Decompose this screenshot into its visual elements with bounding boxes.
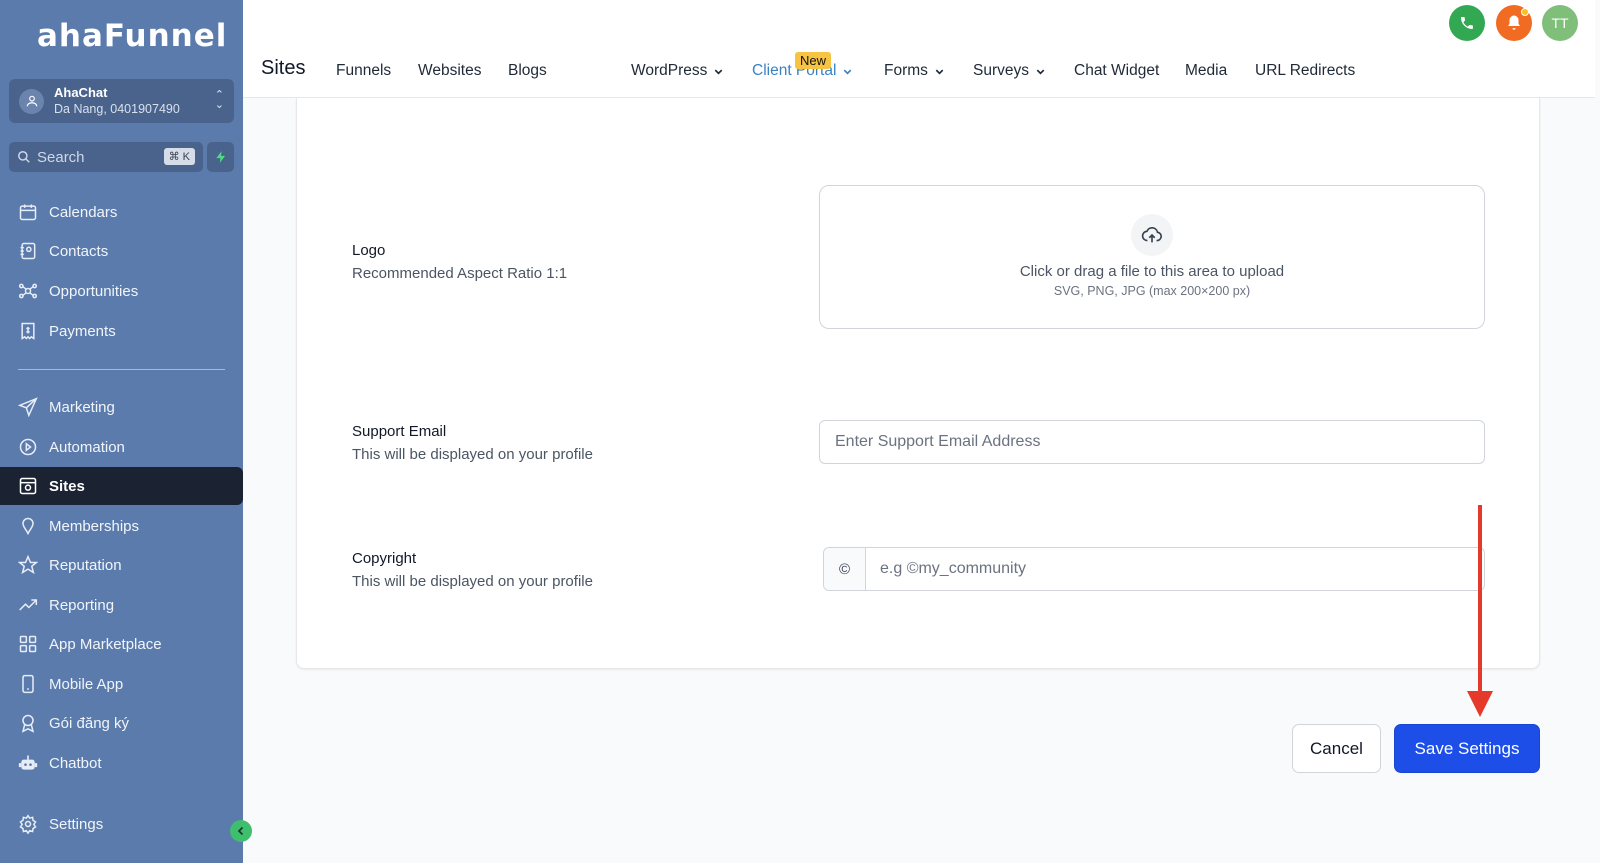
- chevron-updown-icon: ⌃ ⌄: [214, 89, 224, 111]
- tab-blogs[interactable]: Blogs: [508, 60, 547, 82]
- account-subtitle: Da Nang, 0401907490: [54, 102, 180, 116]
- chevron-down-icon: [715, 69, 723, 74]
- automation-icon: [19, 438, 37, 456]
- send-icon: [18, 397, 38, 417]
- calendar-icon: [19, 204, 37, 221]
- trend-icon: [19, 599, 38, 611]
- grid-icon: [19, 635, 37, 653]
- bell-icon: [1508, 15, 1520, 30]
- annotation-arrow: [1467, 505, 1493, 717]
- sidebar-item-app-marketplace[interactable]: App Marketplace: [0, 625, 243, 663]
- tab-url-redirects[interactable]: URL Redirects: [1255, 60, 1355, 82]
- award-icon: [21, 714, 35, 733]
- sidebar-item-subscriptions[interactable]: Gói đăng ký: [0, 704, 243, 742]
- phone-device-icon: [22, 674, 34, 694]
- top-navigation: Sites Funnels Websites Blogs WordPress C…: [243, 0, 1595, 98]
- upload-format-hint: SVG, PNG, JPG (max 200×200 px): [1053, 284, 1251, 298]
- avatar[interactable]: TT: [1542, 5, 1578, 41]
- support-email-input[interactable]: [819, 420, 1485, 464]
- notification-dot: [1521, 8, 1529, 16]
- bolt-icon: [215, 151, 225, 163]
- sites-icon: [19, 477, 37, 495]
- collapse-sidebar-button[interactable]: [230, 820, 252, 842]
- search-shortcut: ⌘ K: [163, 148, 195, 165]
- phone-icon: [1461, 17, 1473, 29]
- star-icon: [18, 555, 38, 575]
- tab-wordpress[interactable]: WordPress: [631, 60, 724, 82]
- payments-icon: [21, 322, 35, 340]
- sidebar-item-payments[interactable]: Payments: [0, 312, 243, 350]
- sidebar-item-automation[interactable]: Automation: [0, 428, 243, 466]
- gear-icon: [19, 814, 37, 834]
- sidebar-item-chatbot[interactable]: Chatbot: [0, 744, 243, 782]
- robot-icon: [18, 755, 38, 770]
- sidebar-item-marketing[interactable]: Marketing: [0, 388, 243, 426]
- logo-field-label: Logo Recommended Aspect Ratio 1:1: [352, 239, 567, 285]
- new-badge: New: [795, 52, 832, 69]
- copyright-field-label: Copyright This will be displayed on your…: [352, 547, 593, 593]
- quick-action-button[interactable]: [207, 142, 234, 172]
- tab-websites[interactable]: Websites: [418, 60, 481, 82]
- sidebar-divider: [18, 369, 225, 370]
- logo-field-description: Recommended Aspect Ratio 1:1: [352, 265, 568, 282]
- sidebar-item-contacts[interactable]: Contacts: [0, 232, 243, 270]
- sidebar-item-reporting[interactable]: Reporting: [0, 586, 243, 624]
- cancel-button[interactable]: Cancel: [1292, 724, 1381, 773]
- chevron-down-icon: [935, 69, 944, 74]
- chevron-down-icon: [844, 69, 852, 74]
- page-title: Sites: [261, 57, 306, 79]
- account-name: AhaChat: [54, 85, 108, 100]
- save-settings-button[interactable]: Save Settings: [1394, 724, 1540, 773]
- sidebar: ahaFunnel AhaChat Da Nang, 0401907490 ⌃ ⌄…: [0, 0, 243, 863]
- tab-funnels[interactable]: Funnels: [336, 60, 391, 82]
- support-email-field-description: This will be displayed on your profile: [352, 446, 593, 463]
- search-placeholder: Search: [37, 148, 85, 166]
- tab-chat-widget[interactable]: Chat Widget: [1074, 60, 1159, 82]
- cloud-upload-icon: [1131, 214, 1173, 256]
- support-email-field-label: Support Email This will be displayed on …: [352, 420, 593, 466]
- copyright-input-group: ©: [823, 547, 1485, 591]
- phone-button[interactable]: [1449, 5, 1485, 41]
- notifications-button[interactable]: [1496, 5, 1532, 41]
- logo-upload-dropzone[interactable]: Click or drag a file to this area to upl…: [819, 185, 1485, 329]
- chevron-left-icon: [237, 826, 244, 836]
- sidebar-item-sites[interactable]: Sites: [0, 467, 243, 505]
- opportunities-icon: [18, 283, 38, 299]
- sidebar-item-calendars[interactable]: Calendars: [0, 193, 243, 231]
- contacts-icon: [20, 242, 36, 260]
- copyright-input[interactable]: [866, 548, 1484, 590]
- tab-forms[interactable]: Forms: [884, 60, 945, 82]
- upload-instruction: Click or drag a file to this area to upl…: [1019, 263, 1285, 280]
- sidebar-item-mobile-app[interactable]: Mobile App: [0, 665, 243, 703]
- brand-logo[interactable]: ahaFunnel: [37, 18, 227, 54]
- sidebar-item-memberships[interactable]: Memberships: [0, 507, 243, 545]
- search-icon: [18, 151, 30, 163]
- memberships-icon: [22, 517, 34, 536]
- copyright-symbol-addon: ©: [824, 548, 866, 590]
- sidebar-item-reputation[interactable]: Reputation: [0, 546, 243, 584]
- account-switcher[interactable]: AhaChat Da Nang, 0401907490 ⌃ ⌄: [9, 79, 234, 123]
- user-icon: [19, 88, 44, 114]
- sidebar-item-settings[interactable]: Settings: [0, 805, 243, 843]
- tab-media[interactable]: Media: [1185, 60, 1227, 82]
- copyright-field-description: This will be displayed on your profile: [352, 573, 593, 590]
- search-box[interactable]: Search ⌘ K: [9, 142, 203, 172]
- chevron-down-icon: [1036, 69, 1045, 74]
- sidebar-item-opportunities[interactable]: Opportunities: [0, 272, 243, 310]
- tab-surveys[interactable]: Surveys: [973, 60, 1046, 82]
